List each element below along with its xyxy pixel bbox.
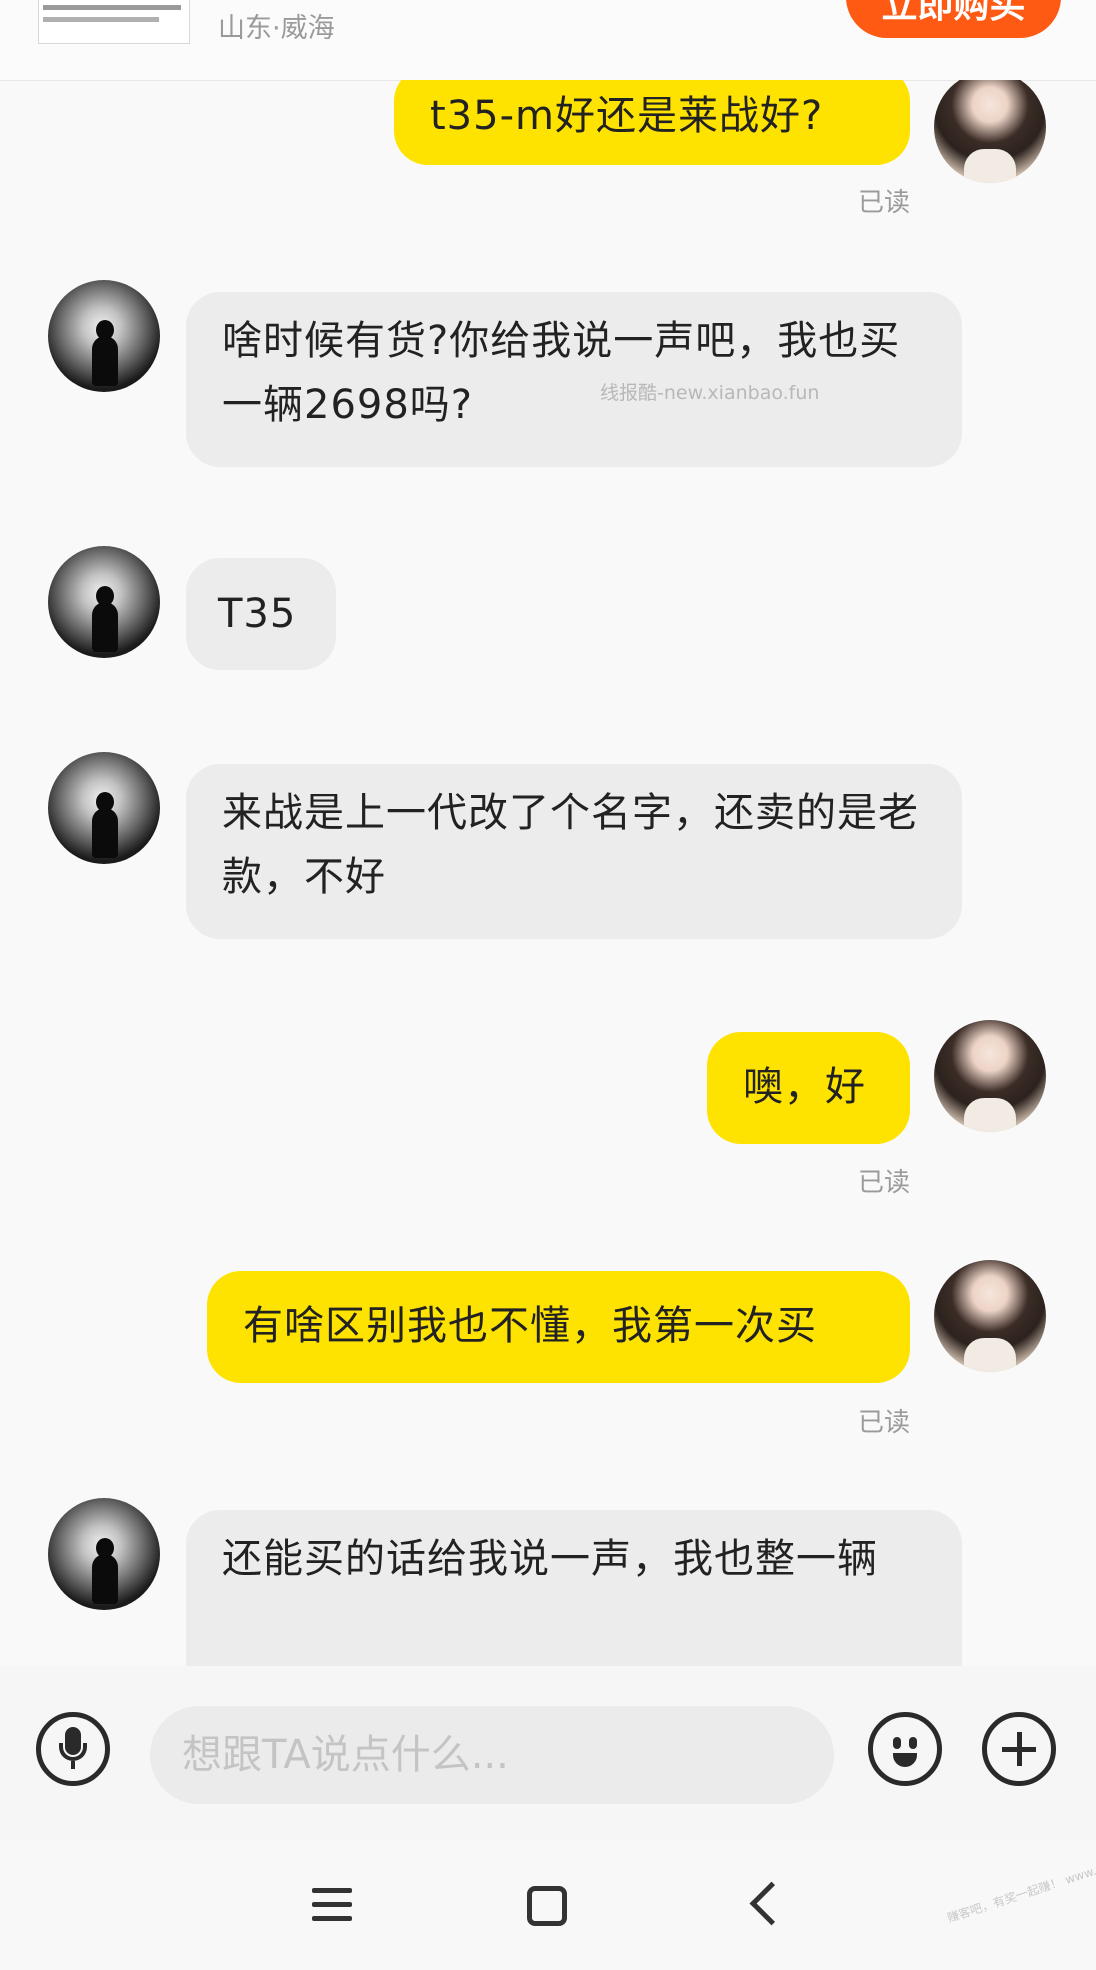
message-bubble-outgoing[interactable]: 有啥区别我也不懂，我第一次买 [207,1271,910,1383]
message-composer [0,1666,1096,1840]
smiley-icon[interactable] [868,1712,942,1786]
read-receipt: 已读 [857,188,910,218]
menu-icon[interactable] [312,1888,352,1922]
message-text: 来战是上一代改了个名字，还卖的是老款，不好 [222,790,919,900]
seller-avatar[interactable] [48,546,160,658]
seller-avatar[interactable] [48,752,160,864]
my-avatar[interactable] [934,80,1046,183]
message-text: 啥时候有货?你给我说一声吧，我也买一辆2698吗? [222,318,901,428]
read-receipt: 已读 [857,1408,910,1438]
message-text: 还能买的话给我说一声，我也整一辆 [222,1536,878,1582]
plus-icon[interactable] [982,1712,1056,1786]
message-input[interactable] [150,1706,834,1804]
microphone-icon[interactable] [36,1712,110,1786]
message-text: 噢，好 [743,1064,866,1110]
message-bubble-incoming[interactable]: T35 [186,558,336,670]
chat-message-list[interactable]: t35-m好还是莱战好? 已读 啥时候有货?你给我说一声吧，我也买一辆2698吗… [0,80,1096,1666]
message-bubble-incoming[interactable]: 还能买的话给我说一声，我也整一辆 [186,1510,962,1666]
seller-avatar[interactable] [48,280,160,392]
message-bubble-incoming[interactable]: 来战是上一代改了个名字，还卖的是老款，不好 [186,764,962,939]
home-icon[interactable] [527,1886,567,1926]
message-bubble-incoming[interactable]: 啥时候有货?你给我说一声吧，我也买一辆2698吗? [186,292,962,467]
message-text: T35 [218,591,297,637]
message-text: 有啥区别我也不懂，我第一次买 [243,1303,817,1349]
read-receipt: 已读 [857,1168,910,1198]
seller-location: 山东·威海 [218,13,335,44]
watermark-text: 线报酷-new.xianbao.fun [600,382,820,404]
product-bar: 山东·威海 立即购买 [0,0,1096,81]
system-navigation-bar [0,1840,1096,1970]
seller-avatar[interactable] [48,1498,160,1610]
my-avatar[interactable] [934,1020,1046,1132]
message-bubble-outgoing[interactable]: t35-m好还是莱战好? [394,80,910,165]
back-icon[interactable] [749,1881,794,1926]
buy-now-button[interactable]: 立即购买 [846,0,1061,38]
my-avatar[interactable] [934,1260,1046,1372]
product-thumbnail[interactable] [38,0,190,44]
message-text: t35-m好还是莱战好? [430,93,824,139]
message-bubble-outgoing[interactable]: 噢，好 [707,1032,910,1144]
